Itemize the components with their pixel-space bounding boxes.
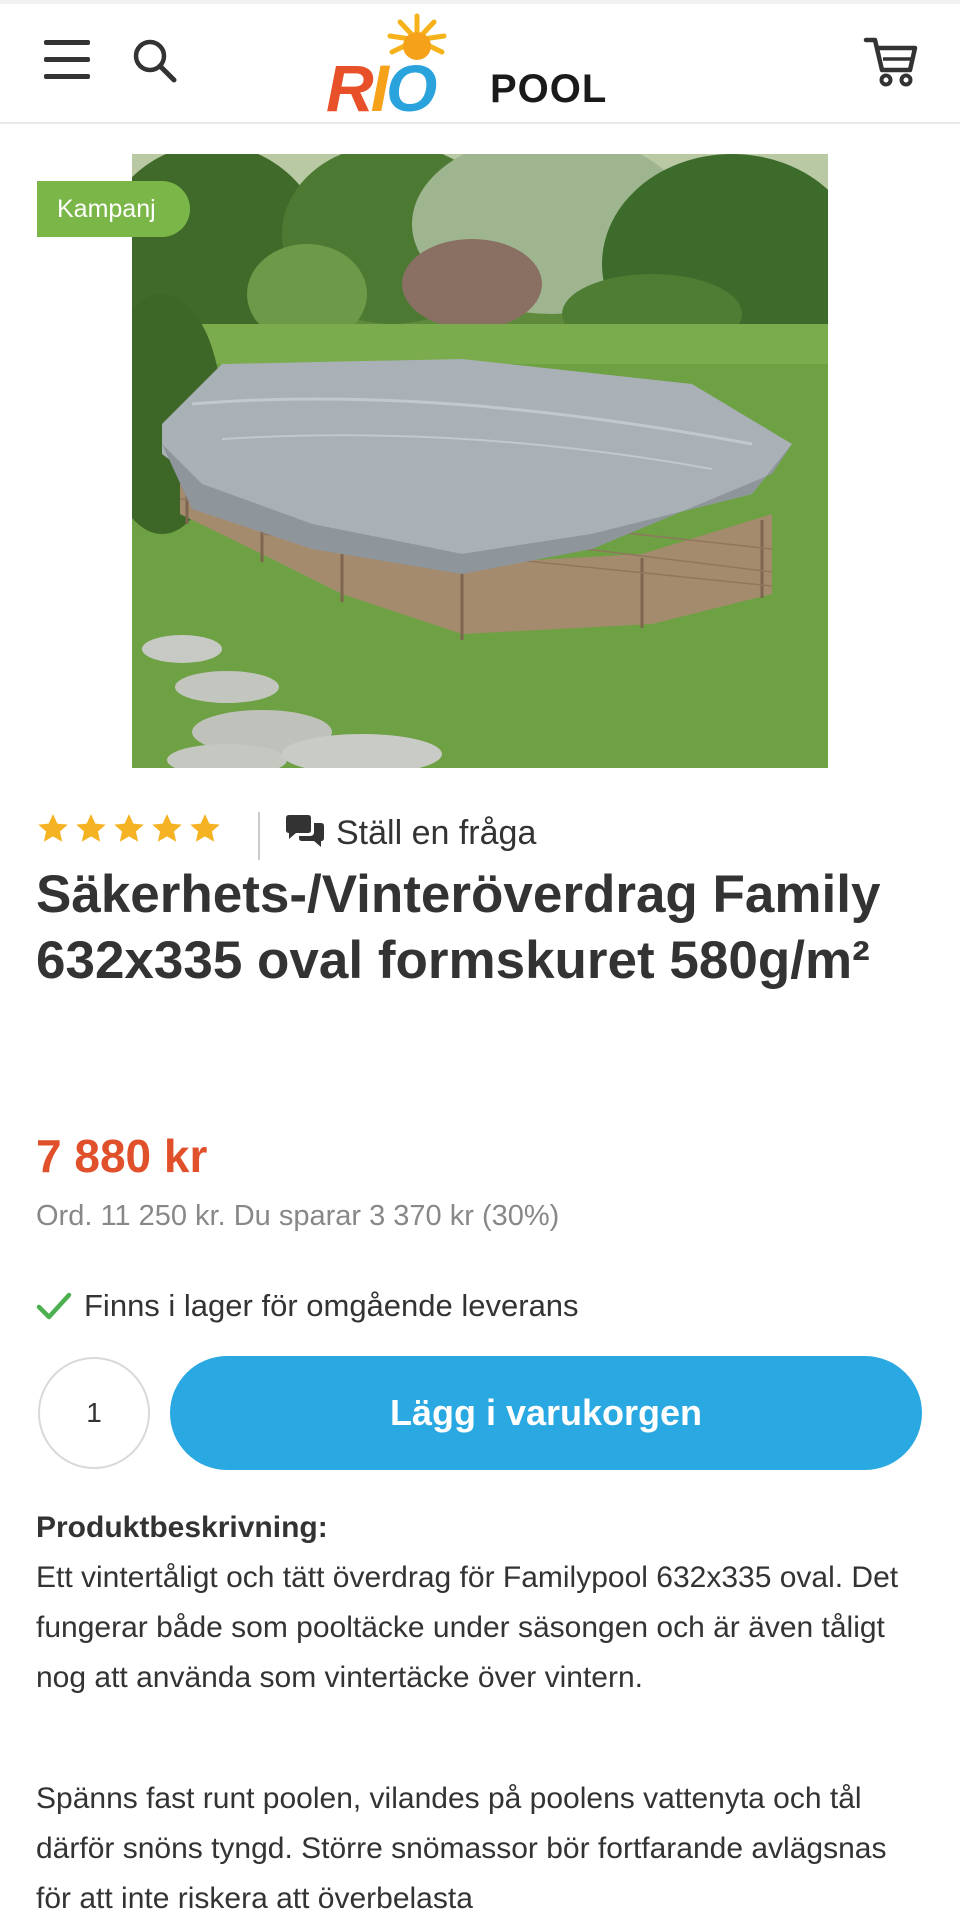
star-icon bbox=[152, 814, 182, 842]
star-icon bbox=[76, 814, 106, 842]
campaign-badge: Kampanj bbox=[37, 181, 190, 237]
ordinary-price: Ord. 11 250 kr. Du sparar 3 370 kr (30%) bbox=[36, 1200, 560, 1232]
header-topline bbox=[0, 0, 960, 4]
chat-bubbles-icon bbox=[286, 815, 324, 847]
star-icon bbox=[114, 814, 144, 842]
logo-rio-text: RIO bbox=[326, 55, 437, 121]
rating-row: Ställ en fråga bbox=[36, 808, 636, 860]
ask-question-link[interactable]: Ställ en fråga bbox=[284, 808, 536, 858]
site-header: RIO POOL bbox=[0, 0, 960, 124]
check-icon bbox=[36, 1292, 72, 1320]
rating-divider bbox=[258, 812, 260, 860]
stock-label: Finns i lager för omgående leverans bbox=[84, 1288, 579, 1323]
ask-question-label: Ställ en fråga bbox=[336, 813, 537, 852]
cart-icon[interactable] bbox=[862, 32, 920, 90]
add-to-cart-button[interactable]: Lägg i varukorgen bbox=[170, 1356, 922, 1470]
star-icon bbox=[190, 814, 220, 842]
description-heading: Produktbeskrivning: bbox=[36, 1511, 328, 1544]
logo-letter-i: I bbox=[370, 51, 389, 125]
logo-letter-o: O bbox=[386, 51, 437, 125]
logo-pool-text: POOL bbox=[490, 67, 608, 111]
description-paragraph: Ett vintertåligt och tätt överdrag för F… bbox=[36, 1561, 899, 1694]
star-icon bbox=[38, 814, 68, 842]
product-title: Säkerhets-/Vinteröverdrag Family 632x335… bbox=[36, 865, 881, 990]
rio-pool-logo[interactable]: RIO POOL bbox=[320, 10, 640, 121]
description-paragraph: Spänns fast runt poolen, vilandes på poo… bbox=[36, 1782, 887, 1913]
stock-status: Finns i lager för omgående leverans bbox=[36, 1286, 579, 1326]
product-image[interactable] bbox=[132, 154, 828, 768]
search-icon[interactable] bbox=[130, 36, 180, 86]
rating-stars[interactable] bbox=[36, 812, 222, 852]
quantity-input[interactable] bbox=[38, 1357, 150, 1469]
menu-icon[interactable] bbox=[44, 40, 92, 80]
logo-letter-r: R bbox=[326, 51, 374, 125]
sale-price: 7 880 kr bbox=[36, 1130, 208, 1182]
